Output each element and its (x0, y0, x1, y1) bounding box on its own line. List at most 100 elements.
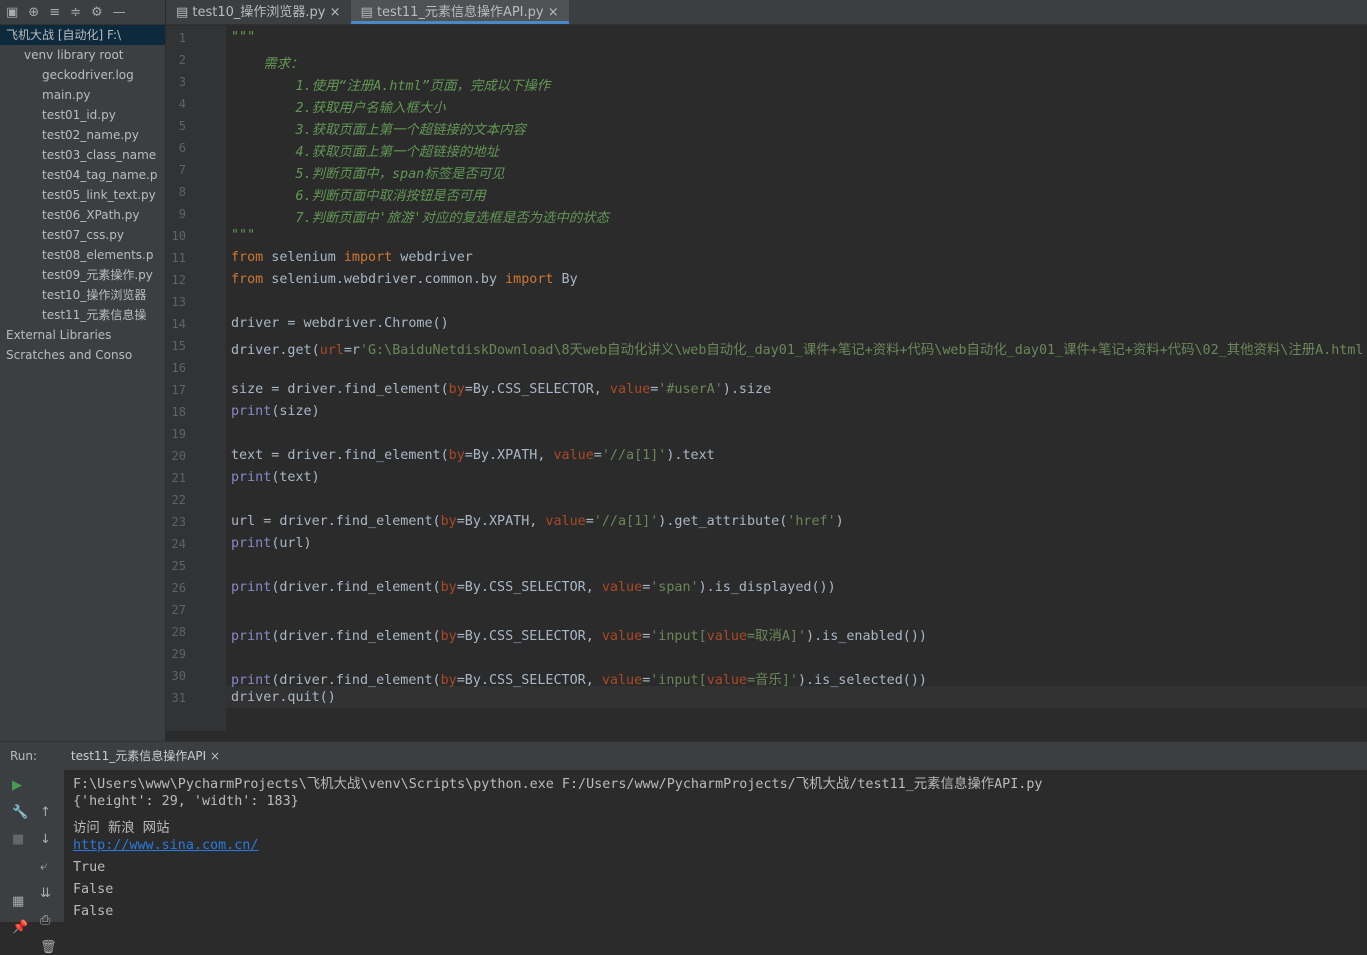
line-number: 21 (171, 471, 186, 485)
line-number: 25 (171, 559, 186, 573)
console-line: True (73, 860, 106, 875)
line-number: 16 (171, 361, 186, 375)
layout-icon[interactable]: ▦ (12, 894, 26, 909)
line-number: 10 (171, 229, 186, 243)
pin-icon[interactable]: 📌 (12, 920, 28, 935)
console-line: 访问 新浪 网站 (73, 821, 170, 836)
sort-icon[interactable]: ⇊ (40, 886, 54, 901)
line-number: 2 (178, 53, 186, 67)
tree-item[interactable]: test11_元素信息操 (0, 305, 165, 325)
line-number: 15 (171, 339, 186, 353)
tree-item[interactable]: test08_elements.p (0, 245, 165, 265)
code-line: print(text) (231, 470, 320, 485)
code-line: 7.判断页面中'旅游'对应的复选框是否为选中的状态 (231, 211, 609, 226)
down-icon[interactable]: ↓ (40, 832, 54, 847)
expand-icon[interactable]: ≑ (70, 5, 81, 20)
tree-item[interactable]: test03_class_name (0, 145, 165, 165)
line-number: 23 (171, 515, 186, 529)
tree-item[interactable]: test06_XPath.py (0, 205, 165, 225)
line-number: 18 (171, 405, 186, 419)
run-panel: Run: test11_元素信息操作API × ▶ ↑ 🔧 ↓ ■ ⤶ ⇊ ▦ ⎙ 📌 🗑 F:\Use… (0, 741, 1367, 955)
minimize-icon[interactable]: — (113, 5, 126, 20)
code-line: 4.获取页面上第一个超链接的地址 (231, 145, 500, 160)
code-line: 5.判断页面中，span标签是否可见 (231, 167, 505, 182)
up-icon[interactable]: ↑ (40, 805, 54, 820)
code-line: from selenium.webdriver.common.by import… (231, 272, 578, 287)
play-icon[interactable]: ▶ (12, 778, 26, 793)
locate-icon[interactable]: ⊕ (28, 5, 39, 20)
line-number: 20 (171, 449, 186, 463)
tree-item[interactable]: Scratches and Conso (0, 345, 165, 365)
editor-tab[interactable]: ▤ test11_元素信息操作API.py × (350, 0, 569, 24)
tree-item[interactable]: test09_元素操作.py (0, 265, 165, 285)
console-line: F:\Users\www\PycharmProjects\飞机大战\venv\S… (73, 777, 1043, 792)
tree-item[interactable]: test05_link_text.py (0, 185, 165, 205)
line-number: 27 (171, 603, 186, 617)
line-number: 5 (178, 119, 186, 133)
code-line: text = driver.find_element(by=By.XPATH, … (231, 448, 715, 463)
tree-item[interactable]: test02_name.py (0, 125, 165, 145)
project-view-icon[interactable]: ▣ (6, 5, 18, 20)
code-line: 需求： (231, 57, 304, 72)
line-number: 24 (171, 537, 186, 551)
tree-item[interactable]: test10_操作浏览器 (0, 285, 165, 305)
run-toolbar: ▶ ↑ 🔧 ↓ ■ ⤶ ⇊ ▦ ⎙ 📌 🗑 (0, 770, 64, 955)
tree-item[interactable]: venv library root (0, 45, 165, 65)
code-line: """ (231, 30, 256, 45)
line-number: 4 (178, 97, 186, 111)
line-number: 17 (171, 383, 186, 397)
run-tab-label[interactable]: test11_元素信息操作API (71, 749, 206, 763)
trash-icon[interactable]: 🗑 (40, 940, 57, 955)
code-line: url = driver.find_element(by=By.XPATH, v… (231, 514, 844, 529)
code-line: size = driver.find_element(by=By.CSS_SEL… (231, 382, 772, 397)
collapse-icon[interactable]: ≡ (49, 5, 60, 20)
console-line[interactable]: http://www.sina.com.cn/ (73, 838, 258, 853)
code-line: """ (231, 228, 256, 243)
tree-item[interactable]: test07_css.py (0, 225, 165, 245)
wrench-icon[interactable]: 🔧 (12, 805, 28, 820)
print-icon[interactable]: ⎙ (40, 913, 54, 928)
code-line: 2.获取用户名输入框大小 (231, 101, 446, 116)
line-gutter: 1 2 3 4 5 6 7 8 9 10 11 12 13 14 15 16 17 18 19 20 21 22 23 24 2… (166, 26, 226, 731)
console-line: False (73, 882, 114, 897)
gear-icon[interactable]: ⚙ (91, 5, 103, 20)
tree-item[interactable]: test04_tag_name.p (0, 165, 165, 185)
line-number: 31 (171, 691, 186, 705)
editor-tab[interactable]: ▤ test10_操作浏览器.py × (166, 0, 351, 24)
line-number: 9 (178, 207, 186, 221)
line-number: 19 (171, 427, 186, 441)
tree-item[interactable]: geckodriver.log (0, 65, 165, 85)
line-number: 1 (178, 31, 186, 45)
line-number: 11 (171, 251, 186, 265)
line-number: 13 (171, 295, 186, 309)
console-line: {'height': 29, 'width': 183} (73, 794, 299, 809)
line-number: 22 (171, 493, 186, 507)
code-editor[interactable]: """ 需求： 1.使用“注册A.html”页面，完成以下操作 2.获取用户名输… (226, 26, 1367, 731)
tree-item[interactable]: main.py (0, 85, 165, 105)
tree-item[interactable]: External Libraries (0, 325, 165, 345)
line-number: 14 (171, 317, 186, 331)
run-header: Run: test11_元素信息操作API × (0, 742, 1367, 770)
line-number: 6 (178, 141, 186, 155)
code-line: print(driver.find_element(by=By.CSS_SELE… (231, 629, 927, 644)
code-line: driver = webdriver.Chrome() (231, 316, 449, 331)
project-sidebar: ▣ ⊕ ≡ ≑ ⚙ — 飞机大战 [自动化] F:\ venv library root gec… (0, 0, 166, 741)
line-number: 28 (171, 625, 186, 639)
line-number: 7 (178, 163, 186, 177)
code-line: from selenium import webdriver (231, 250, 473, 265)
stop-icon[interactable]: ■ (12, 832, 26, 847)
line-number: 3 (178, 75, 186, 89)
line-number: 29 (171, 647, 186, 661)
line-number: 12 (171, 273, 186, 287)
wrap-icon[interactable]: ⤶ (40, 859, 54, 874)
tree-item[interactable]: 飞机大战 [自动化] F:\ (0, 25, 165, 45)
code-line: driver.quit() (231, 690, 336, 705)
tree-item[interactable]: test01_id.py (0, 105, 165, 125)
code-line: 6.判断页面中取消按钮是否可用 (231, 189, 486, 204)
code-line: print(driver.find_element(by=By.CSS_SELE… (231, 673, 927, 688)
console-line: False (73, 904, 114, 919)
code-line: print(driver.find_element(by=By.CSS_SELE… (231, 580, 836, 595)
project-tree: 飞机大战 [自动化] F:\ venv library root geckodriv… (0, 25, 165, 365)
code-line: driver.get(url=r'G:\BaiduNetdiskDownload… (231, 343, 1367, 358)
close-icon[interactable]: × (210, 749, 220, 763)
